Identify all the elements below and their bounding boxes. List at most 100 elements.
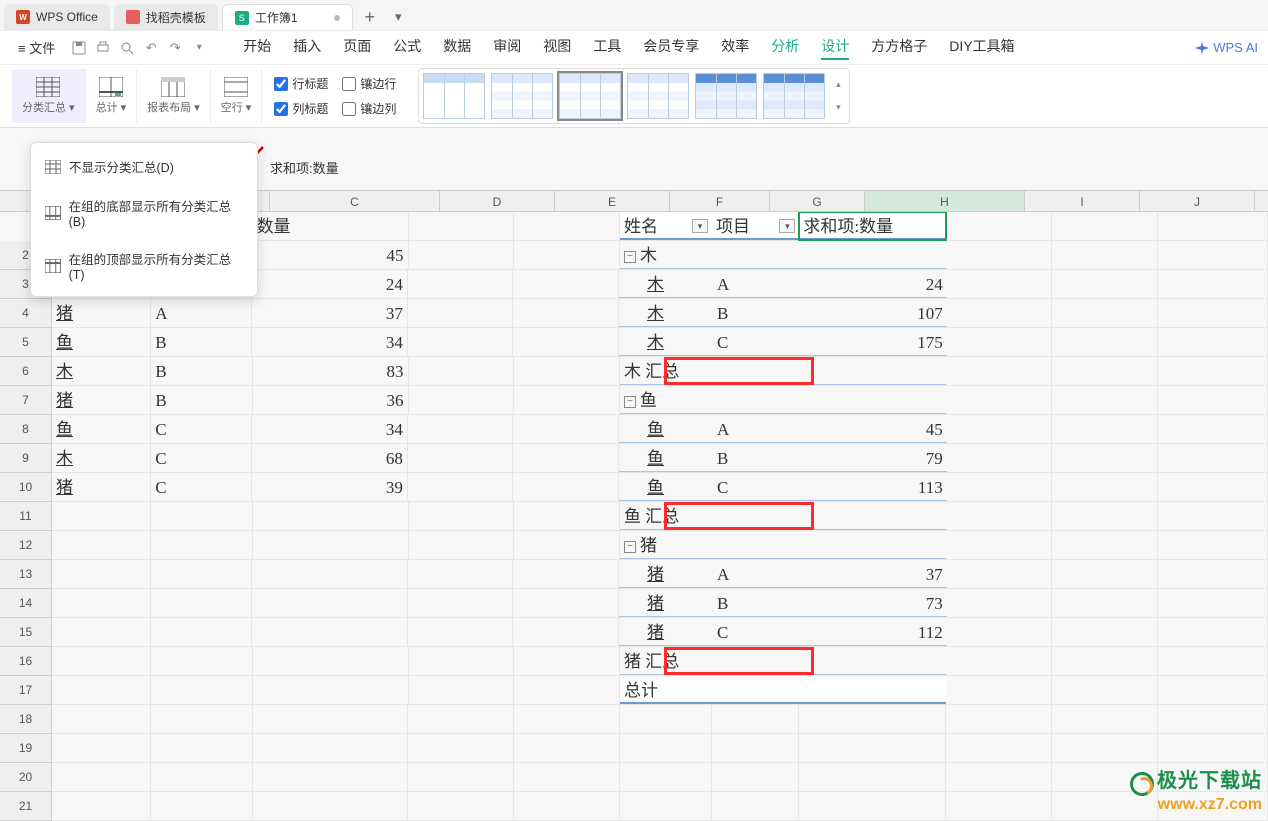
style-thumb-5[interactable]: [695, 73, 757, 119]
grid-row[interactable]: 木B83木 汇总: [52, 357, 1268, 386]
formula-bar-content[interactable]: 求和项:数量: [270, 158, 339, 177]
dd-subtotal-bottom[interactable]: 在组的底部显示所有分类汇总(B): [31, 186, 257, 239]
filter-dropdown-icon[interactable]: ▾: [692, 219, 708, 233]
ribbon-subtotal[interactable]: 分类汇总 ▾: [12, 69, 86, 123]
filter-dropdown-icon[interactable]: ▾: [779, 219, 795, 233]
grid-row[interactable]: 鱼C34鱼A45: [52, 415, 1268, 444]
grid-row[interactable]: 猪A37: [52, 560, 1268, 589]
row-head-17[interactable]: 17: [0, 676, 52, 705]
save-icon[interactable]: [71, 40, 87, 56]
row-head-8[interactable]: 8: [0, 415, 52, 444]
preview-icon[interactable]: [119, 40, 135, 56]
spreadsheet-grid[interactable]: 数量姓名▾项目▾求和项:数量鱼A45−木木A24木A24猪A37木B107鱼B3…: [52, 212, 1268, 821]
active-cell[interactable]: 求和项:数量: [799, 212, 946, 240]
undo-icon[interactable]: ↶: [143, 40, 159, 56]
dd-subtotal-top[interactable]: 在组的顶部显示所有分类汇总(T): [31, 239, 257, 292]
col-head-G[interactable]: G: [770, 191, 865, 211]
menu-tools[interactable]: 工具: [593, 36, 621, 60]
row-head-5[interactable]: 5: [0, 328, 52, 357]
tab-more-button[interactable]: ▾: [387, 9, 410, 25]
col-head-E[interactable]: E: [555, 191, 670, 211]
col-head-F[interactable]: F: [670, 191, 770, 211]
file-menu[interactable]: ≡ 文件: [10, 36, 63, 59]
row-head-12[interactable]: 12: [0, 531, 52, 560]
collapse-icon[interactable]: −: [624, 251, 636, 263]
style-thumb-6[interactable]: [763, 73, 825, 119]
grid-row[interactable]: −猪: [52, 531, 1268, 560]
row-head-7[interactable]: 7: [0, 386, 52, 415]
tab-workbook-active[interactable]: S 工作簿1: [222, 4, 353, 30]
row-head-15[interactable]: 15: [0, 618, 52, 647]
row-head-9[interactable]: 9: [0, 444, 52, 473]
row-head-13[interactable]: 13: [0, 560, 52, 589]
col-head-C[interactable]: C: [270, 191, 440, 211]
grid-row[interactable]: 猪C112: [52, 618, 1268, 647]
menu-view[interactable]: 视图: [543, 36, 571, 60]
checkbox-icon[interactable]: [274, 77, 288, 91]
col-head-H[interactable]: H: [865, 191, 1025, 211]
menu-analyze[interactable]: 分析: [771, 36, 799, 60]
col-head-I[interactable]: I: [1025, 191, 1140, 211]
add-tab-button[interactable]: +: [357, 7, 384, 28]
grid-row[interactable]: 猪B73: [52, 589, 1268, 618]
style-thumb-1[interactable]: [423, 73, 485, 119]
row-head-16[interactable]: 16: [0, 647, 52, 676]
row-head-11[interactable]: 11: [0, 502, 52, 531]
row-head-6[interactable]: 6: [0, 357, 52, 386]
grid-row[interactable]: 总计: [52, 676, 1268, 705]
grid-row[interactable]: 木C68鱼B79: [52, 444, 1268, 473]
collapse-icon[interactable]: −: [624, 396, 636, 408]
cb-banded-row[interactable]: 镶边行: [342, 75, 396, 92]
grid-row[interactable]: [52, 705, 1268, 734]
style-thumb-4[interactable]: [627, 73, 689, 119]
checkbox-icon[interactable]: [274, 102, 288, 116]
row-head-20[interactable]: 20: [0, 763, 52, 792]
checkbox-icon[interactable]: [342, 77, 356, 91]
menu-start[interactable]: 开始: [243, 36, 271, 60]
redo-icon[interactable]: ↷: [167, 40, 183, 56]
menu-diy[interactable]: DIY工具箱: [949, 36, 1014, 60]
grid-row[interactable]: 鱼 汇总: [52, 502, 1268, 531]
pivot-header-name[interactable]: 姓名▾: [620, 212, 712, 240]
menu-formula[interactable]: 公式: [393, 36, 421, 60]
wps-ai-button[interactable]: WPS AI: [1195, 40, 1258, 55]
grid-row[interactable]: [52, 763, 1268, 792]
col-head-J[interactable]: J: [1140, 191, 1255, 211]
grid-row[interactable]: 猪C39鱼C113: [52, 473, 1268, 502]
print-icon[interactable]: [95, 40, 111, 56]
menu-vip[interactable]: 会员专享: [643, 36, 699, 60]
cb-col-header[interactable]: 列标题: [274, 100, 328, 117]
ribbon-grandtotal[interactable]: 总计 ▾: [86, 69, 138, 123]
row-head-18[interactable]: 18: [0, 705, 52, 734]
grid-row[interactable]: 鱼B34木C175: [52, 328, 1268, 357]
grid-row[interactable]: 猪A37木B107: [52, 299, 1268, 328]
col-head-D[interactable]: D: [440, 191, 555, 211]
ribbon-blankrow[interactable]: 空行 ▾: [211, 69, 263, 123]
menu-review[interactable]: 审阅: [493, 36, 521, 60]
row-head-14[interactable]: 14: [0, 589, 52, 618]
row-head-19[interactable]: 19: [0, 734, 52, 763]
pivot-header-project[interactable]: 项目▾: [712, 212, 799, 240]
checkbox-icon[interactable]: [342, 102, 356, 116]
col-head-K[interactable]: K: [1255, 191, 1268, 211]
menu-design[interactable]: 设计: [821, 36, 849, 60]
dd-no-subtotal[interactable]: 不显示分类汇总(D): [31, 147, 257, 186]
menu-ffgz[interactable]: 方方格子: [871, 36, 927, 60]
cb-row-header[interactable]: 行标题: [274, 75, 328, 92]
tab-template[interactable]: 找稻壳模板: [114, 4, 218, 30]
cb-banded-col[interactable]: 镶边列: [342, 100, 396, 117]
grid-row[interactable]: [52, 792, 1268, 821]
grid-row[interactable]: 猪 汇总: [52, 647, 1268, 676]
row-head-21[interactable]: 21: [0, 792, 52, 821]
style-gallery-more[interactable]: ▴▾: [831, 73, 845, 119]
qa-more-icon[interactable]: ▾: [191, 40, 207, 56]
style-thumb-2[interactable]: [491, 73, 553, 119]
grid-row[interactable]: 猪B36−鱼: [52, 386, 1268, 415]
ribbon-layout[interactable]: 报表布局 ▾: [137, 69, 211, 123]
menu-data[interactable]: 数据: [443, 36, 471, 60]
menu-efficiency[interactable]: 效率: [721, 36, 749, 60]
tab-wps-office[interactable]: W WPS Office: [4, 4, 110, 30]
menu-page[interactable]: 页面: [343, 36, 371, 60]
row-head-10[interactable]: 10: [0, 473, 52, 502]
style-thumb-3[interactable]: [559, 73, 621, 119]
